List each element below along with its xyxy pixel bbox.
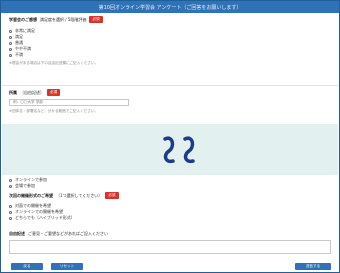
question-3: オンラインで参加 会場で参加 [9, 177, 331, 189]
radio-icon[interactable] [9, 53, 12, 57]
question-4: 次回の開催形式のご希望 （1つ選択してください） 必須 対面での開催を希望 オン… [9, 192, 331, 221]
radio-icon[interactable] [9, 47, 12, 51]
radio-option[interactable]: 不満 [9, 52, 331, 58]
radio-icon[interactable] [9, 184, 12, 188]
affiliation-input-placeholder: 例：〇〇大学 学部 [13, 100, 43, 104]
question-4-label: 次回の開催形式のご希望 [9, 192, 53, 198]
question-1-header: 学習会のご感想 満足度を選択 / 5段階評価 必須 [9, 16, 331, 23]
radio-option[interactable]: 会場で参加 [9, 183, 331, 189]
question-1-options: 非常に満足 満足 普通 やや不満 不満 [9, 28, 331, 58]
radio-option-label: どちらでも（ハイブリッド形式） [15, 215, 75, 220]
question-5-header: 自由記述 ご意見・ご要望などがあればご記入ください [9, 231, 331, 237]
back-button-label: 戻る [23, 264, 31, 268]
question-2-label: 所属 [9, 89, 17, 95]
question-5: 自由記述 ご意見・ご要望などがあればご記入ください [9, 231, 331, 254]
question-1-hint: ※理由がある場合は下の自由記述欄にご記入ください。 [9, 61, 99, 65]
question-2-note: （自由記述） [20, 89, 44, 95]
survey-window: 第10回オンライン学習会 アンケート（ご回答をお願いします） 学習会のご感想 満… [0, 0, 340, 273]
radio-icon[interactable] [9, 41, 12, 45]
radio-option[interactable]: どちらでも（ハイブリッド形式） [9, 215, 331, 221]
radio-icon[interactable] [9, 210, 12, 214]
question-4-options: 対面での開催を希望 オンラインでの開催を希望 どちらでも（ハイブリッド形式） [9, 203, 331, 221]
reset-button-label: リセット [59, 264, 75, 268]
question-2: 所属 （自由記述） 必須 例：〇〇大学 学部 ※団体名・部署名など、分かる範囲で… [9, 89, 331, 114]
back-button[interactable]: 戻る [11, 263, 43, 270]
reset-button[interactable]: リセット [51, 263, 83, 270]
comment-textarea[interactable] [9, 240, 331, 254]
question-1-note: 満足度を選択 / 5段階評価 [40, 16, 87, 22]
submit-button[interactable]: 送信する [295, 263, 331, 270]
radio-icon[interactable] [9, 178, 12, 182]
question-1: 学習会のご感想 満足度を選択 / 5段階評価 必須 非常に満足 満足 普通 やや… [9, 16, 331, 66]
radio-icon[interactable] [9, 29, 12, 33]
required-badge: 必須 [89, 16, 103, 23]
question-5-label: 自由記述 [9, 231, 25, 236]
question-1-label: 学習会のご感想 [9, 16, 37, 22]
radio-option-label: 会場で参加 [15, 183, 35, 188]
required-badge: 必須 [105, 192, 119, 199]
window-titlebar: 第10回オンライン学習会 アンケート（ご回答をお願いします） [1, 1, 339, 13]
window-title: 第10回オンライン学習会 アンケート（ご回答をお願いします） [98, 4, 242, 11]
submit-button-label: 送信する [305, 264, 321, 268]
omitted-content-icon [163, 136, 195, 164]
question-2-header: 所属 （自由記述） 必須 [9, 89, 331, 96]
radio-icon[interactable] [9, 216, 12, 220]
divider [2, 85, 338, 86]
question-4-note: （1つ選択してください） [56, 192, 103, 198]
question-5-note: ご意見・ご要望などがあればご記入ください [28, 231, 108, 236]
radio-option-label: 不満 [15, 52, 23, 57]
question-2-hint: ※団体名・部署名など、分かる範囲でご記入ください。 [9, 109, 99, 113]
question-4-header: 次回の開催形式のご希望 （1つ選択してください） 必須 [9, 192, 331, 199]
radio-icon[interactable] [9, 204, 12, 208]
required-badge: 必須 [47, 89, 61, 96]
affiliation-input[interactable]: 例：〇〇大学 学部 [9, 99, 129, 106]
radio-icon[interactable] [9, 35, 12, 39]
